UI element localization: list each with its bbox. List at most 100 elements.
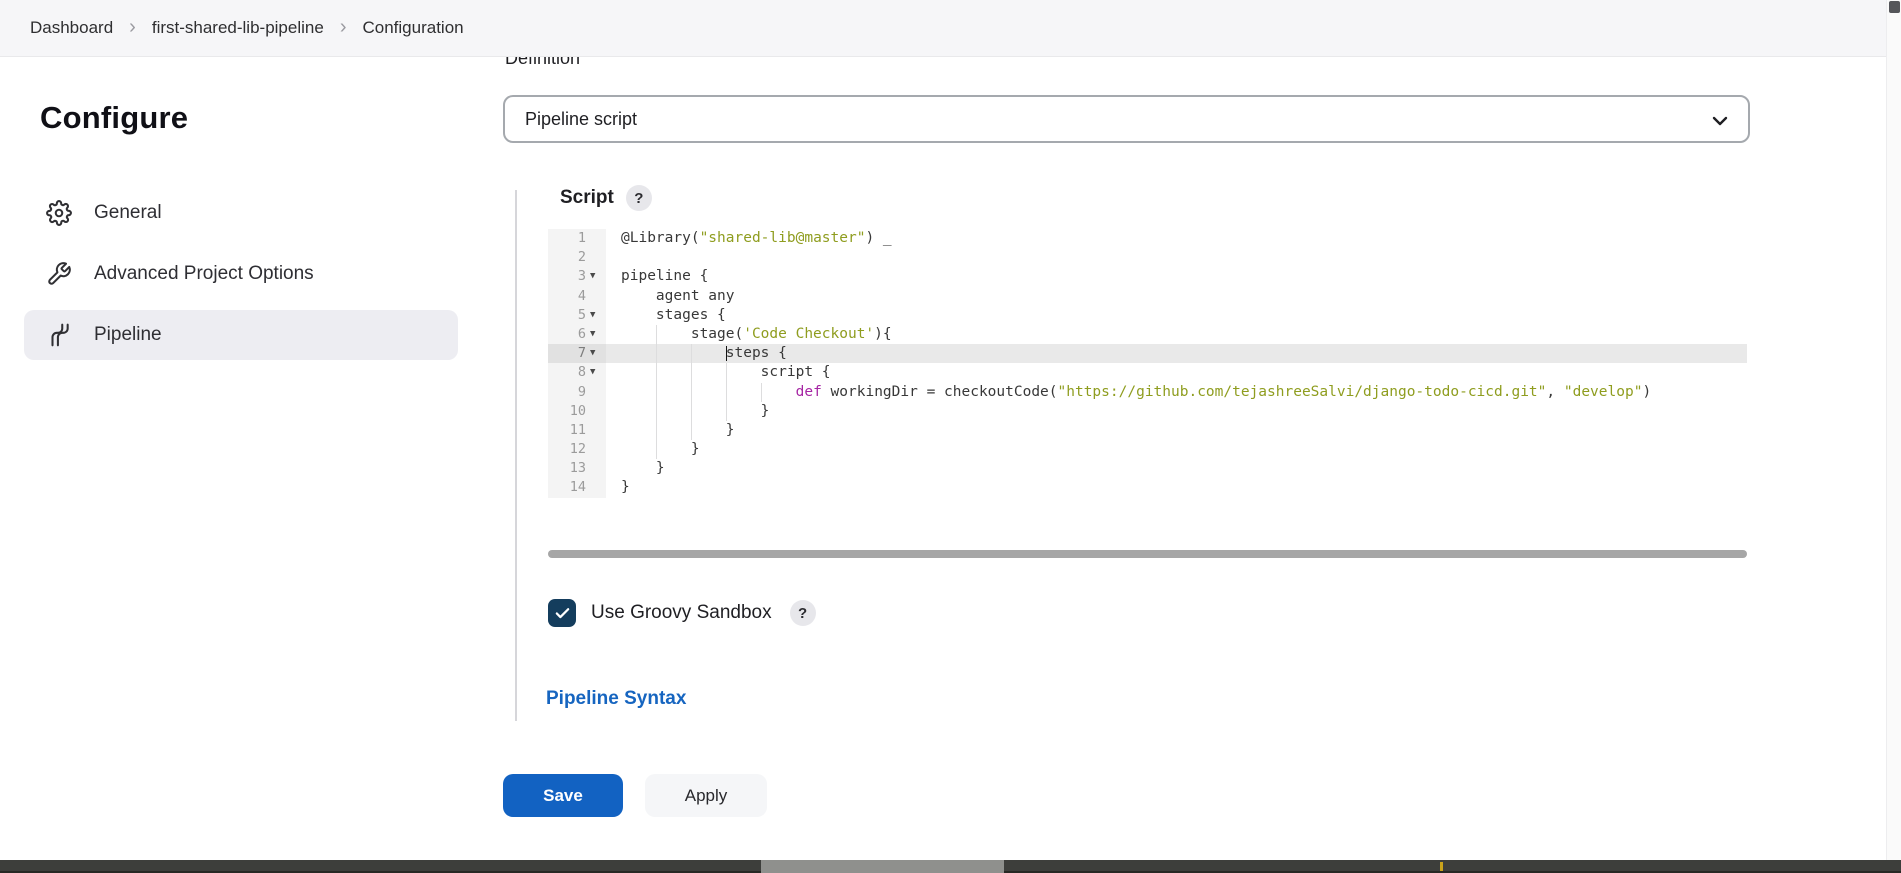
sidebar-item-advanced-project-options[interactable]: Advanced Project Options	[24, 249, 458, 299]
bottom-scrollbar-thumb[interactable]	[761, 860, 1004, 873]
breadcrumb-item[interactable]: Dashboard	[30, 18, 113, 38]
groovy-sandbox-row: Use Groovy Sandbox ?	[548, 599, 816, 627]
sidebar-item-pipeline[interactable]: Pipeline	[24, 310, 458, 360]
line-number: 2	[548, 248, 586, 267]
line-number-gutter: 1	[548, 229, 606, 248]
line-number: 10	[548, 402, 586, 421]
fold-arrow-icon[interactable]: ▼	[586, 344, 604, 363]
main-content: Definition Pipeline script Script ? 1@Li…	[503, 0, 1750, 873]
line-number: 14	[548, 478, 586, 497]
bottom-scrollbar[interactable]	[0, 860, 1901, 873]
groovy-sandbox-label[interactable]: Use Groovy Sandbox	[591, 602, 772, 624]
text-cursor	[726, 346, 728, 361]
code-text: pipeline {	[606, 267, 1747, 286]
line-number-gutter: 14	[548, 478, 606, 497]
save-button[interactable]: Save	[503, 774, 623, 817]
line-number: 8	[548, 363, 586, 382]
breadcrumb-item[interactable]: Configuration	[362, 18, 463, 38]
code-text: }	[606, 421, 1747, 440]
line-number: 3	[548, 267, 586, 286]
code-line[interactable]: 12 }	[548, 440, 1747, 459]
line-number: 12	[548, 440, 586, 459]
script-editor[interactable]: 1@Library("shared-lib@master") _23▼pipel…	[548, 224, 1747, 560]
line-number: 5	[548, 306, 586, 325]
page-vertical-scrollbar[interactable]	[1886, 0, 1901, 873]
code-text	[606, 248, 1747, 267]
code-text: script {	[606, 363, 1747, 382]
breadcrumb-bar: Dashboard › first-shared-lib-pipeline › Conf…	[0, 0, 1886, 57]
code-line[interactable]: 1 @Library("shared-lib@master") _	[548, 229, 1747, 248]
code-text: def workingDir = checkoutCode("https://g…	[606, 383, 1747, 402]
line-number-gutter: 5▼	[548, 306, 606, 325]
breadcrumb: Dashboard › first-shared-lib-pipeline › Conf…	[30, 18, 464, 38]
gear-icon	[46, 200, 72, 226]
line-number: 13	[548, 459, 586, 478]
action-bar: Save Apply	[503, 774, 767, 817]
script-label: Script	[560, 187, 614, 209]
fold-arrow-icon[interactable]: ▼	[586, 325, 604, 344]
breadcrumb-separator: ›	[129, 17, 136, 37]
line-number-gutter: 3▼	[548, 267, 606, 286]
fold-arrow-icon[interactable]: ▼	[586, 306, 604, 325]
code-line[interactable]: 2	[548, 248, 1747, 267]
groovy-sandbox-checkbox[interactable]	[548, 599, 576, 627]
definition-select[interactable]: Pipeline script	[503, 95, 1750, 143]
code-text: @Library("shared-lib@master") _	[606, 229, 1747, 248]
code-line[interactable]: 6▼ stage('Code Checkout'){	[548, 325, 1747, 344]
line-number-gutter: 2	[548, 248, 606, 267]
sidebar-item-label: Pipeline	[94, 324, 162, 346]
line-number: 11	[548, 421, 586, 440]
script-header: Script ?	[560, 185, 652, 211]
apply-button[interactable]: Apply	[645, 774, 767, 817]
editor-horizontal-scrollbar[interactable]	[548, 550, 1747, 558]
line-number-gutter: 8▼	[548, 363, 606, 382]
wrench-icon	[46, 261, 72, 287]
code-line[interactable]: 10 }	[548, 402, 1747, 421]
code-line[interactable]: 11 }	[548, 421, 1747, 440]
line-number-gutter: 12	[548, 440, 606, 459]
code-text: stages {	[606, 306, 1747, 325]
check-icon	[554, 605, 571, 622]
bottom-bar-accent-mark	[1440, 862, 1443, 871]
code-line[interactable]: 14}	[548, 478, 1747, 497]
section-indent-rule	[515, 190, 517, 721]
sidebar-item-label: General	[94, 202, 162, 224]
script-help-button[interactable]: ?	[626, 185, 652, 211]
line-number-gutter: 9	[548, 383, 606, 402]
code-text: }	[606, 440, 1747, 459]
line-number-gutter: 11	[548, 421, 606, 440]
page-scrollbar-thumb[interactable]	[1889, 1, 1900, 13]
line-number-gutter: 13	[548, 459, 606, 478]
sidebar-nav: General Advanced Project Options Pipeline	[24, 188, 458, 371]
line-number-gutter: 6▼	[548, 325, 606, 344]
code-line[interactable]: 13 }	[548, 459, 1747, 478]
code-line[interactable]: 9 def workingDir = checkoutCode("https:/…	[548, 383, 1747, 402]
sidebar-item-general[interactable]: General	[24, 188, 458, 238]
code-lines: 1@Library("shared-lib@master") _23▼pipel…	[548, 229, 1747, 498]
line-number-gutter: 4	[548, 287, 606, 306]
definition-select-value: Pipeline script	[525, 109, 637, 130]
code-text: agent any	[606, 287, 1747, 306]
jenkins-configure-page: Dashboard › first-shared-lib-pipeline › Conf…	[0, 0, 1901, 873]
code-text: stage('Code Checkout'){	[606, 325, 1747, 344]
code-line[interactable]: 8▼ script {	[548, 363, 1747, 382]
line-number: 4	[548, 287, 586, 306]
sidebar-item-label: Advanced Project Options	[94, 263, 314, 285]
pipeline-syntax-link[interactable]: Pipeline Syntax	[546, 688, 686, 710]
line-number: 9	[548, 383, 586, 402]
code-line[interactable]: 5▼ stages {	[548, 306, 1747, 325]
code-text: }	[606, 459, 1747, 478]
code-line[interactable]: 7▼ steps {	[548, 344, 1747, 363]
code-line[interactable]: 3▼pipeline {	[548, 267, 1747, 286]
code-line[interactable]: 4 agent any	[548, 287, 1747, 306]
sandbox-help-button[interactable]: ?	[790, 600, 816, 626]
breadcrumb-separator: ›	[340, 17, 347, 37]
line-number-gutter: 7▼	[548, 344, 606, 363]
line-number: 1	[548, 229, 586, 248]
breadcrumb-item[interactable]: first-shared-lib-pipeline	[152, 18, 324, 38]
code-text: steps {	[606, 344, 1747, 363]
fold-arrow-icon[interactable]: ▼	[586, 363, 604, 382]
page-title: Configure	[40, 100, 188, 136]
pipeline-icon	[46, 322, 72, 348]
fold-arrow-icon[interactable]: ▼	[586, 267, 604, 286]
